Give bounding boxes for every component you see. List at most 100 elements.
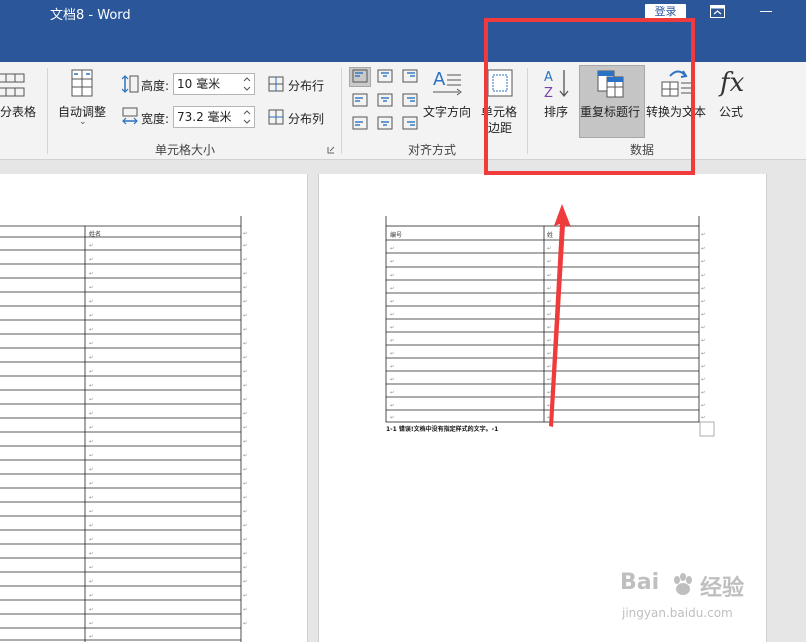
svg-text:↵: ↵ [701, 415, 705, 421]
height-value: 10 毫米 [177, 77, 221, 91]
svg-text:↵: ↵ [701, 259, 705, 265]
svg-text:↵: ↵ [390, 286, 394, 292]
svg-text:↵: ↵ [243, 565, 247, 571]
svg-text:↵: ↵ [243, 509, 247, 515]
distribute-cols-icon[interactable] [268, 109, 284, 125]
row-height-icon [121, 75, 139, 93]
svg-text:↵: ↵ [701, 377, 705, 383]
svg-text:↵: ↵ [243, 271, 247, 277]
svg-text:↵: ↵ [390, 403, 394, 409]
spinner-arrows-icon[interactable] [242, 108, 252, 126]
svg-text:↵: ↵ [390, 299, 394, 305]
svg-text:↵: ↵ [243, 523, 247, 529]
svg-text:↵: ↵ [89, 355, 93, 361]
svg-text:↵: ↵ [89, 411, 93, 417]
watermark-url: jingyan.baidu.com [622, 606, 733, 620]
dialog-launcher-icon[interactable] [327, 146, 335, 154]
svg-text:↵: ↵ [243, 579, 247, 585]
svg-text:↵: ↵ [89, 271, 93, 277]
svg-text:↵: ↵ [89, 369, 93, 375]
text-direction-icon[interactable]: A [431, 67, 465, 99]
formula-label[interactable]: 公式 [719, 103, 743, 120]
svg-text:↵: ↵ [89, 621, 93, 627]
svg-text:↵: ↵ [701, 390, 705, 396]
svg-text:↵: ↵ [89, 257, 93, 263]
height-field[interactable]: 10 毫米 [173, 73, 255, 95]
svg-text:↵: ↵ [89, 439, 93, 445]
svg-text:↵: ↵ [89, 509, 93, 515]
svg-text:↵: ↵ [243, 299, 247, 305]
svg-text:↵: ↵ [243, 607, 247, 613]
alignment-group-label: 对齐方式 [408, 143, 457, 157]
svg-text:↵: ↵ [89, 579, 93, 585]
svg-text:↵: ↵ [701, 246, 705, 252]
right-table-header-id: 编号 [390, 232, 403, 239]
svg-text:↵: ↵ [243, 425, 247, 431]
word-window: { "app": { "title": "文档8 - Word", "login… [0, 0, 806, 642]
left-table-header-name: 姓名 [89, 231, 102, 238]
annotation-highlight-box [484, 18, 695, 175]
watermark-suffix: 经验 [700, 576, 745, 601]
svg-text:↵: ↵ [89, 481, 93, 487]
width-field[interactable]: 73.2 毫米 [173, 106, 255, 128]
formula-icon[interactable]: fx [720, 68, 744, 98]
svg-text:↵: ↵ [390, 415, 394, 421]
svg-text:A: A [433, 69, 446, 90]
svg-text:↵: ↵ [89, 607, 93, 613]
group-separator [341, 68, 342, 154]
watermark-brand: Bai [620, 570, 660, 595]
svg-text:↵: ↵ [701, 403, 705, 409]
svg-text:↵: ↵ [390, 351, 394, 357]
svg-text:↵: ↵ [701, 312, 705, 318]
spinner-arrows-icon[interactable] [242, 75, 252, 93]
split-table-icon[interactable] [0, 70, 26, 100]
svg-text:↵: ↵ [701, 325, 705, 331]
distribute-rows-icon[interactable] [268, 76, 284, 92]
col-width-icon [122, 107, 138, 125]
svg-text:↵: ↵ [701, 299, 705, 305]
svg-text:↵: ↵ [701, 273, 705, 279]
autofit-icon[interactable] [70, 68, 94, 98]
restore-ribbon-icon[interactable] [710, 5, 725, 18]
width-label: 宽度: [141, 112, 170, 126]
svg-text:↵: ↵ [89, 453, 93, 459]
svg-text:↵: ↵ [243, 537, 247, 543]
text-direction-label[interactable]: 文字方向 [423, 103, 471, 120]
svg-text:↵: ↵ [243, 285, 247, 291]
window-title: 文档8 - Word [50, 8, 131, 23]
svg-text:↵: ↵ [390, 246, 394, 252]
svg-text:↵: ↵ [89, 397, 93, 403]
chevron-down-icon[interactable]: ⌄ [79, 117, 87, 127]
svg-text:↵: ↵ [390, 390, 394, 396]
minimize-icon[interactable] [760, 11, 772, 12]
svg-text:↵: ↵ [243, 257, 247, 263]
svg-text:↵: ↵ [89, 299, 93, 305]
svg-text:↵: ↵ [243, 355, 247, 361]
svg-text:↵: ↵ [89, 285, 93, 291]
svg-text:↵: ↵ [243, 481, 247, 487]
page-left[interactable]: ↵ ↵ ↵ ↵ ↵ ↵ ↵ ↵ ↵ ↵ ↵ ↵ ↵ ↵ ↵ ↵ ↵ ↵ ↵ ↵ ↵ ↵ ↵ ↵ ↵ ↵ ↵ ↵ ↵ ↵ ↵ ↵… [0, 174, 308, 642]
svg-text:↵: ↵ [89, 565, 93, 571]
split-table-label[interactable]: 分表格 [0, 103, 36, 120]
distribute-rows-label[interactable]: 分布行 [288, 77, 324, 94]
svg-text:↵: ↵ [89, 313, 93, 319]
svg-text:↵: ↵ [243, 411, 247, 417]
svg-text:↵: ↵ [390, 259, 394, 265]
svg-text:↵: ↵ [390, 338, 394, 344]
svg-text:↵: ↵ [243, 327, 247, 333]
svg-text:↵: ↵ [701, 351, 705, 357]
paw-icon [674, 573, 692, 595]
height-label: 高度: [141, 79, 170, 93]
svg-text:↵: ↵ [390, 364, 394, 370]
svg-text:↵: ↵ [89, 634, 93, 640]
group-separator [47, 68, 48, 154]
svg-text:↵: ↵ [243, 551, 247, 557]
svg-text:↵: ↵ [243, 453, 247, 459]
svg-text:↵: ↵ [243, 313, 247, 319]
svg-text:↵: ↵ [89, 383, 93, 389]
svg-text:↵: ↵ [390, 325, 394, 331]
baidu-watermark: Bai 经验 jingyan.baidu.com [612, 570, 762, 630]
svg-text:↵: ↵ [89, 495, 93, 501]
distribute-cols-label[interactable]: 分布列 [288, 110, 324, 127]
cell-size-group-label: 单元格大小 [155, 143, 216, 157]
